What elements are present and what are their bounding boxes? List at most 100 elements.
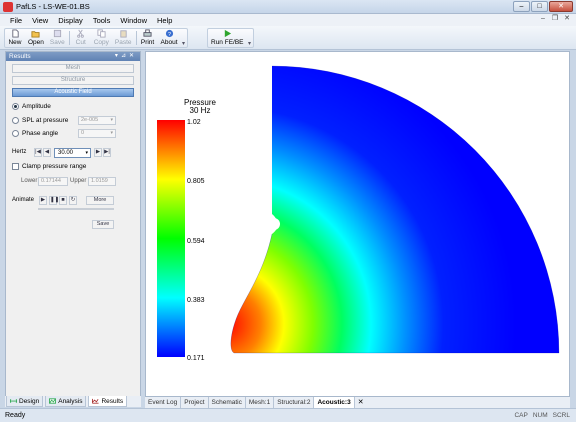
left-pane-tabs: Design Analysis Results	[5, 396, 141, 407]
play-icon	[224, 29, 231, 38]
save-button[interactable]: Save	[47, 29, 68, 47]
colorbar-tick-max: 1.02	[187, 119, 201, 126]
tab-event-log[interactable]: Event Log	[145, 397, 182, 408]
pane-close-icon[interactable]: ✕	[129, 53, 137, 59]
doc-close-icon[interactable]: ✕	[562, 14, 572, 24]
save-label: Save	[49, 39, 65, 46]
open-icon	[31, 31, 41, 38]
num-indicator: NUM	[532, 412, 548, 419]
spl-option[interactable]: SPL at pressure	[12, 117, 68, 124]
upper-input[interactable]: 1.0159	[88, 177, 116, 186]
section-mesh-button[interactable]: Mesh	[12, 64, 134, 73]
run-fe-be-button[interactable]: Run FE/BE	[208, 29, 247, 47]
copy-button[interactable]: Copy	[91, 29, 112, 47]
phase-radio[interactable]	[12, 130, 19, 137]
print-button[interactable]: Print	[138, 29, 158, 47]
source-hole	[268, 218, 280, 230]
status-bar: Ready CAP NUM SCRL	[0, 408, 576, 422]
hertz-select[interactable]: 30.00 ▾	[54, 148, 91, 158]
amplitude-option[interactable]: Amplitude	[12, 103, 51, 110]
pane-pin-icon[interactable]: ⊿	[121, 53, 129, 59]
close-icon[interactable]: ✕	[549, 1, 573, 12]
cut-label: Cut	[75, 39, 86, 46]
tab-acoustic[interactable]: Acoustic:3	[314, 397, 355, 408]
window-title: PafLS - LS-WE-01.BS	[16, 2, 90, 11]
phase-angle-select[interactable]: 0 ▾	[78, 129, 116, 138]
app-icon	[3, 2, 13, 12]
paste-button[interactable]: Paste	[112, 29, 135, 47]
tab-design[interactable]: Design	[6, 396, 44, 407]
document-tabs: Event Log Project Schematic Mesh:1 Struc…	[145, 397, 570, 408]
pressure-plot: Pressure 30 Hz 1.02 0.805 0.594 0.383 0.…	[157, 65, 560, 362]
first-frequency-button[interactable]: |◀	[34, 148, 42, 157]
tab-analysis[interactable]: Analysis	[45, 396, 87, 407]
lower-input[interactable]: 0.17144	[38, 177, 68, 186]
minimize-icon[interactable]: –	[513, 1, 530, 12]
amplitude-label: Amplitude	[22, 103, 51, 110]
menu-tools[interactable]: Tools	[93, 16, 111, 25]
standard-toolbar: New Open Save Cut Copy Paste Print ? Abo…	[4, 28, 188, 48]
tab-results[interactable]: Results	[88, 396, 128, 407]
spl-label: SPL at pressure	[22, 117, 69, 124]
menu-bar: File View Display Tools Window Help	[0, 14, 576, 26]
doc-minimize-icon[interactable]: –	[538, 14, 548, 24]
cut-button[interactable]: Cut	[71, 29, 91, 47]
phase-label: Phase angle	[22, 130, 59, 137]
results-pane-header: Results ▾⊿✕	[6, 52, 140, 61]
colorbar	[157, 120, 185, 357]
prev-frequency-button[interactable]: ◀	[43, 148, 51, 157]
toolbar-overflow-icon[interactable]: ▾	[181, 29, 187, 47]
tab-structural[interactable]: Structural:2	[274, 397, 315, 408]
menu-view[interactable]: View	[32, 16, 48, 25]
tab-project[interactable]: Project	[181, 397, 209, 408]
animate-play-button[interactable]: ▶	[39, 196, 47, 205]
hertz-label: Hertz	[12, 149, 27, 155]
animate-stop-button[interactable]: ■	[59, 196, 67, 205]
next-frequency-button[interactable]: ▶	[94, 148, 102, 157]
clamp-option[interactable]: Clamp pressure range	[12, 163, 86, 170]
doc-restore-icon[interactable]: ❐	[550, 14, 560, 24]
menu-file[interactable]: File	[10, 16, 22, 25]
amplitude-radio[interactable]	[12, 103, 19, 110]
about-button[interactable]: ? About	[158, 29, 181, 47]
new-icon	[11, 29, 19, 38]
open-button[interactable]: Open	[25, 29, 47, 47]
maximize-icon[interactable]: □	[531, 1, 548, 12]
run-overflow-icon[interactable]: ▾	[247, 29, 253, 47]
spl-radio[interactable]	[12, 117, 19, 124]
phase-option[interactable]: Phase angle	[12, 130, 58, 137]
animate-loop-button[interactable]: ↻	[69, 196, 77, 205]
menu-help[interactable]: Help	[157, 16, 172, 25]
frequency-row: Hertz |◀ ◀ 30.00 ▾ ▶ ▶|	[12, 148, 136, 159]
more-button[interactable]: More	[86, 196, 114, 205]
menu-window[interactable]: Window	[120, 16, 147, 25]
about-label: About	[160, 39, 178, 46]
print-label: Print	[140, 39, 155, 46]
save-icon	[53, 29, 61, 38]
section-acoustic-field-button[interactable]: Acoustic Field	[12, 88, 134, 97]
new-button[interactable]: New	[5, 29, 25, 47]
results-icon	[92, 398, 100, 404]
status-text: Ready	[5, 412, 26, 419]
animation-slider[interactable]	[38, 208, 114, 210]
paste-icon	[120, 30, 127, 38]
last-frequency-button[interactable]: ▶|	[103, 148, 111, 157]
section-structure-button[interactable]: Structure	[12, 76, 134, 85]
cut-icon	[77, 29, 85, 38]
results-pane: Results ▾⊿✕ Mesh Structure Acoustic Fiel…	[5, 51, 141, 397]
copy-label: Copy	[93, 39, 109, 46]
animate-pause-button[interactable]: ❚❚	[49, 196, 59, 205]
copy-icon	[97, 29, 106, 38]
acoustic-viewport[interactable]: Pressure 30 Hz 1.02 0.805 0.594 0.383 0.…	[145, 51, 570, 397]
clamp-checkbox[interactable]	[12, 163, 19, 170]
tab-mesh[interactable]: Mesh:1	[246, 397, 275, 408]
tab-schematic[interactable]: Schematic	[209, 397, 246, 408]
toolbar: New Open Save Cut Copy Paste Print ? Abo…	[0, 26, 576, 50]
save-results-button[interactable]: Save	[92, 220, 114, 229]
clamp-label: Clamp pressure range	[22, 163, 87, 170]
spl-reference-select[interactable]: 2e-005 ▾	[78, 116, 116, 125]
menu-display[interactable]: Display	[58, 16, 83, 25]
colorbar-tick-min: 0.171	[187, 355, 205, 362]
tab-close-icon[interactable]: ✕	[355, 397, 367, 408]
animate-label: Animate	[12, 197, 35, 203]
